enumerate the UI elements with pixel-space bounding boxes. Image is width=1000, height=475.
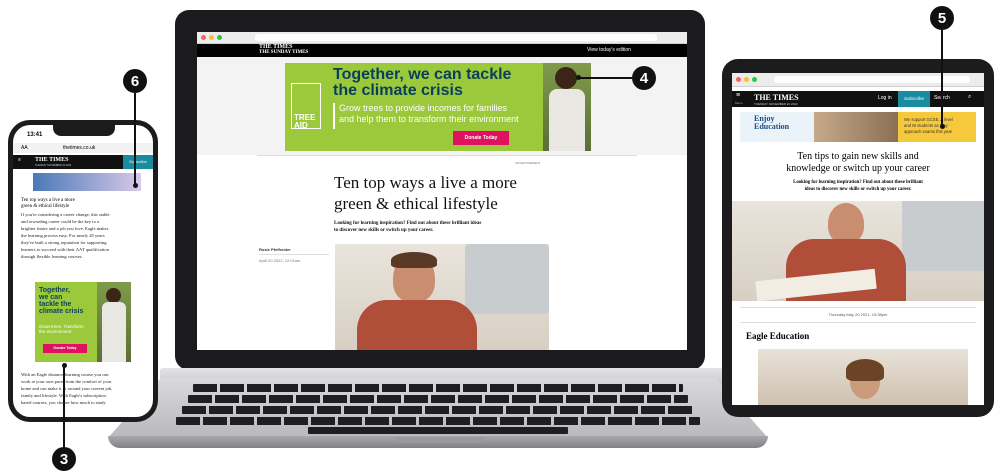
ad-body-text: Grow trees to provide incomes for famili… <box>339 103 519 124</box>
callout-5-leader <box>134 93 136 185</box>
phone-article-body: If you're considering a career change, t… <box>21 212 110 259</box>
callout-3-leader <box>63 365 65 447</box>
site-header: THE TIMES THE SUNDAY TIMES View today's … <box>197 44 687 57</box>
phone-status-time: 13:41 <box>27 132 43 138</box>
treeaid-logo: TREE AID <box>291 83 321 130</box>
times-logo[interactable]: THE TIMES THE SUNDAY TIMES <box>259 44 308 55</box>
article-intro: Looking for learning inspiration? Find o… <box>334 221 482 233</box>
tablet-divider-bottom <box>740 322 976 323</box>
tablet-section-photo <box>758 349 968 405</box>
callout-6: 5 <box>930 6 954 30</box>
phone-article-title: Ten top ways a live a more green & ethic… <box>21 198 75 209</box>
ad-students-photo <box>814 112 898 142</box>
edition-link[interactable]: View today's edition <box>587 47 631 53</box>
tablet-minimize-window-icon[interactable] <box>744 77 749 82</box>
callout-5: 6 <box>123 69 147 93</box>
tablet-screen: ≡ Menu THE TIMES TUESDAY NOVEMBER 22 202… <box>732 73 984 405</box>
phone-ad-body: Grow trees. Transform the environment <box>39 324 84 334</box>
phone-subscribe-button[interactable]: Subscribe <box>123 155 153 169</box>
phone-site-header: ≡ THE TIMES TUESDAY NOVEMBER 22 2022 Sub… <box>13 155 153 169</box>
tablet-article-intro: Looking for learning inspiration? Find o… <box>793 180 923 192</box>
tablet-divider-top <box>740 307 976 308</box>
phone-notch <box>53 125 115 136</box>
tablet-site-header: ≡ Menu THE TIMES TUESDAY NOVEMBER 22 202… <box>732 91 984 107</box>
ad-headline: Together, we can tackle the climate cris… <box>333 66 512 99</box>
tablet-ad-text: We support GCSE, A level and IB students… <box>898 112 976 142</box>
author-name[interactable]: Rosie Pfeffender <box>259 247 291 252</box>
phone-screen: 13:41 AA thetimes.co.uk ≡ THE TIMES TUES… <box>13 125 153 417</box>
phone-treeaid-ad[interactable]: Together, we can tackle the climate cris… <box>35 282 131 362</box>
article-date: April 20 2022, 12:01am <box>259 258 301 263</box>
phone-menu-button[interactable]: ≡ <box>18 158 21 163</box>
phone-top-banner-ad[interactable] <box>33 173 141 191</box>
tablet-article-title: Ten tips to gain new skills and knowledg… <box>786 151 930 174</box>
tablet-browser-toolbar <box>732 73 984 87</box>
callout-5-anchor <box>133 183 138 188</box>
tablet-section-heading: Eagle Education <box>746 331 810 341</box>
donate-today-button[interactable]: Donate Today <box>453 131 509 145</box>
laptop-browser-toolbar <box>197 32 687 44</box>
laptop-address-bar[interactable] <box>255 34 657 41</box>
minimize-window-icon[interactable] <box>209 35 214 40</box>
treeaid-banner-ad[interactable]: TREE AID Together, we can tackle the cli… <box>285 63 591 151</box>
callout-4: 4 <box>632 66 656 90</box>
tablet-subscribe-button[interactable]: Subscribe <box>898 91 930 107</box>
text-size-button[interactable]: AA <box>21 145 28 151</box>
tablet-close-window-icon[interactable] <box>736 77 741 82</box>
callout-6-leader <box>941 30 943 126</box>
laptop-keyboard <box>108 378 768 438</box>
ad-divider-line <box>257 155 637 156</box>
laptop-trackpad-notch <box>395 437 485 443</box>
callout-6-anchor <box>940 124 945 129</box>
ad-divider <box>333 103 335 129</box>
article-title: Ten top ways a live a more green & ethic… <box>334 173 517 213</box>
laptop-screen: THE TIMES THE SUNDAY TIMES View today's … <box>197 32 687 350</box>
search-icon[interactable]: ⌕ <box>968 94 971 101</box>
phone-url[interactable]: thetimes.co.uk <box>63 145 95 151</box>
tablet-menu-label: Menu <box>735 101 743 105</box>
callout-4-leader <box>578 77 632 79</box>
callout-3: 3 <box>52 447 76 471</box>
phone-ad-person-photo <box>97 282 131 362</box>
article-hero-photo <box>335 244 549 350</box>
byline-divider <box>259 254 329 255</box>
close-window-icon[interactable] <box>201 35 206 40</box>
maximize-window-icon[interactable] <box>217 35 222 40</box>
phone-times-logo[interactable]: THE TIMES <box>35 157 68 163</box>
tablet-article-date: Thursday May 20 2021, 15:38pm <box>828 312 888 317</box>
phone-article-body-2: With an Eagle distance-learning course y… <box>21 372 113 405</box>
callout-4-anchor <box>576 75 581 80</box>
phone-donate-button[interactable]: Donate Today <box>43 344 87 353</box>
tablet-times-logo[interactable]: THE TIMES <box>754 93 799 102</box>
advertisement-label: ADVERTISEMENT <box>515 161 541 165</box>
phone-address-bar[interactable]: AA thetimes.co.uk <box>13 143 153 153</box>
tablet-maximize-window-icon[interactable] <box>752 77 757 82</box>
callout-3-anchor <box>62 363 67 368</box>
tablet-login-link[interactable]: Log in <box>878 95 892 101</box>
enjoy-education-logo: Enjoy Education <box>754 114 790 131</box>
tablet-menu-button[interactable]: ≡ <box>736 92 740 99</box>
tablet-date-strip: TUESDAY NOVEMBER 22 2022 <box>754 102 798 106</box>
tablet-hero-photo <box>732 201 984 302</box>
phone-ad-headline: Together, we can tackle the climate cris… <box>39 287 84 315</box>
phone-date-strip: TUESDAY NOVEMBER 22 2022 <box>35 164 72 167</box>
